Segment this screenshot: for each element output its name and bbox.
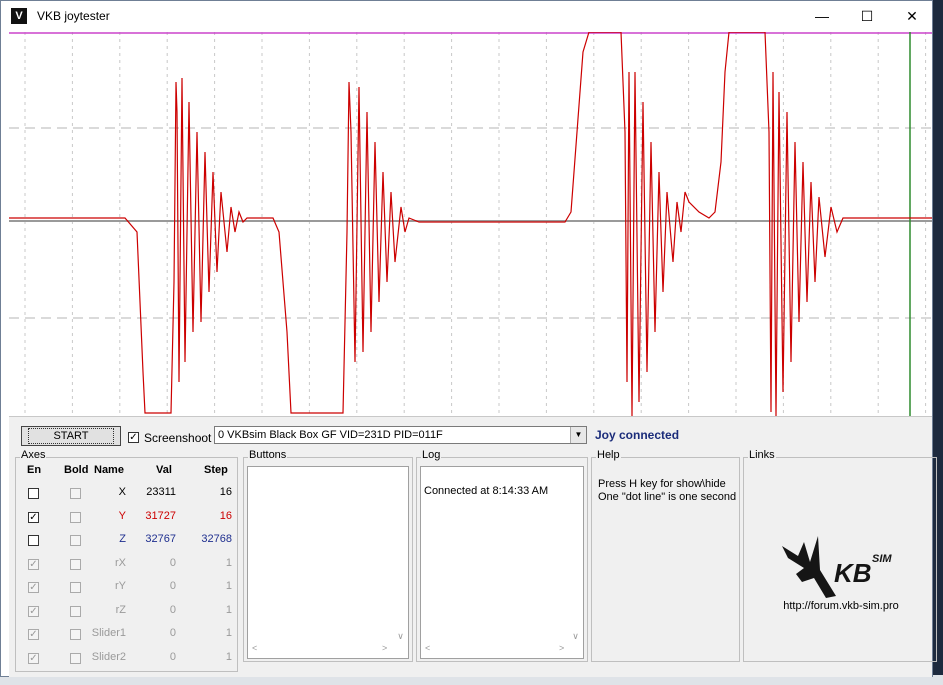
help-group: Help Press H key for show\hide One "dot … [591,449,740,662]
axes-group: Axes En Bold Name Val Step X 23311 16 ✓ Y 317… [15,449,238,672]
axis-step: 16 [219,509,232,522]
vkbsim-logo[interactable]: KB SIM [774,518,914,598]
axis-step: 1 [225,627,232,639]
logo-wordmark: KB [834,558,872,588]
axis-step: 32768 [201,533,232,545]
signal-plot [9,32,932,416]
maximize-button[interactable]: ☐ [844,1,890,32]
axes-header-val: Val [156,464,172,476]
title-bar: V VKB joytester — ☐ ✕ [1,1,932,32]
axis-step: 1 [225,650,232,663]
device-select-value: 0 VKBsim Black Box GF VID=231D PID=011F [218,429,443,441]
log-group: Log Connected at 8:14:33 AM ∨ < > [416,449,588,662]
axes-header-bold: Bold [64,464,89,476]
close-button[interactable]: ✕ [889,1,935,32]
axes-group-title: Axes [20,449,47,461]
scroll-left-icon[interactable]: < [425,641,430,656]
axis-step: 1 [225,580,232,592]
connection-status: Joy connected [595,428,680,442]
help-line-2: One "dot line" is one second [598,491,737,503]
screenshot-checkbox[interactable]: ✓ [128,432,139,443]
log-group-title: Log [421,449,442,461]
app-window: V VKB joytester — ☐ ✕ START ✓ Screenshoo… [0,0,937,677]
scroll-right-icon[interactable]: > [559,641,564,656]
axis-step: 1 [225,603,232,616]
app-logo-icon: V [11,8,27,24]
buttons-list[interactable]: ∨ < > [247,466,409,659]
scroll-down-icon[interactable]: ∨ [393,631,408,642]
start-button[interactable]: START [21,426,121,446]
screenshot-label: Screenshoot [144,431,212,445]
control-panel: START ✓ Screenshoot 0 VKBsim Black Box G… [9,416,937,677]
axis-step: 16 [219,486,232,498]
y-axis-trace [9,32,932,416]
scroll-left-icon[interactable]: < [252,641,257,656]
help-line-1: Press H key for show\hide [598,478,726,490]
forum-link[interactable]: http://forum.vkb-sim.pro [744,600,938,612]
chevron-down-icon[interactable]: ▼ [570,427,586,443]
links-group: Links KB SIM http://forum.vkb-sim.pro [743,449,938,662]
axes-header-step: Step [204,464,228,476]
log-line: Connected at 8:14:33 AM [424,485,549,497]
log-list[interactable]: Connected at 8:14:33 AM ∨ < > [420,466,584,659]
links-group-title: Links [748,449,776,461]
axes-header-en: En [27,464,42,476]
device-select[interactable]: 0 VKBsim Black Box GF VID=231D PID=011F … [214,426,587,444]
axes-header-name: Name [94,464,124,476]
eagle-logo-icon [782,536,836,598]
scroll-down-icon[interactable]: ∨ [568,631,583,642]
buttons-group: Buttons ∨ < > [243,449,413,662]
logo-superscript: SIM [872,553,892,565]
scroll-right-icon[interactable]: > [382,641,387,656]
minimize-button[interactable]: — [799,1,845,32]
start-button-label: START [28,428,114,444]
axis-step: 1 [225,556,232,569]
buttons-group-title: Buttons [248,449,288,461]
help-group-title: Help [596,449,621,461]
help-text: Press H key for show\hide One "dot line"… [598,478,736,504]
window-title: VKB joytester [37,9,110,23]
signal-plot-canvas [9,32,932,416]
